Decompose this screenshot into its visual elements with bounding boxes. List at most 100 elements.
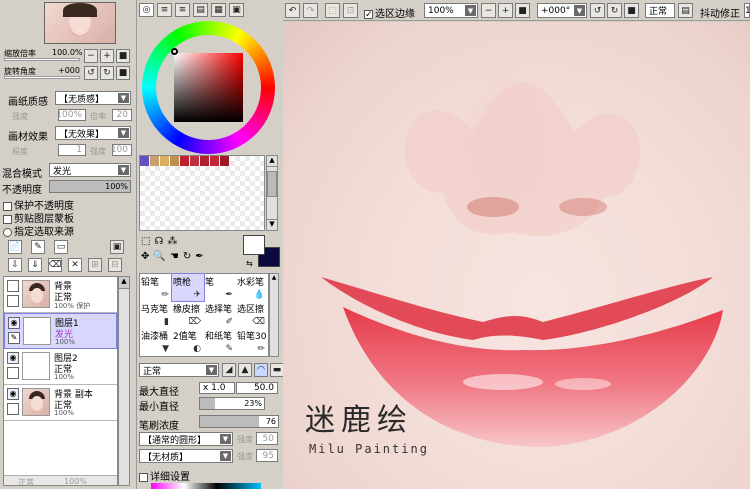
edge-hard-icon[interactable]: ◢	[222, 363, 236, 377]
palette-swatch[interactable]	[160, 156, 170, 166]
flip-icon[interactable]: ▤	[678, 3, 693, 18]
swatch-tab-icon[interactable]: ▦	[211, 3, 226, 17]
zoom-in-button[interactable]: +	[100, 49, 114, 63]
material-effect-select[interactable]: 【无效果】 ▼	[55, 126, 131, 140]
toolbar-rotate-right-button[interactable]: ↻	[607, 3, 622, 18]
toolbar-zoom-out-button[interactable]: −	[481, 3, 496, 18]
brush-mode-select[interactable]: 正常 ▼	[139, 363, 219, 377]
palette-swatch[interactable]	[170, 156, 180, 166]
lock-icon[interactable]	[7, 295, 19, 307]
rgb-slider-tab-icon[interactable]: ≡	[157, 3, 172, 17]
min-size-slider[interactable]: 23%	[199, 397, 265, 410]
unlock-icon[interactable]: ⊟	[108, 258, 122, 272]
brush-texture-select[interactable]: 【无材质】 ▼	[139, 449, 233, 463]
brush-shape-strength[interactable]: 50	[256, 432, 278, 445]
undo-icon[interactable]: ↶	[285, 3, 300, 18]
density-slider[interactable]: 76	[199, 415, 279, 428]
hsv-slider-tab-icon[interactable]: ≡	[175, 3, 190, 17]
view-mode-field[interactable]: 正常	[645, 3, 675, 18]
stabilizer-field[interactable]: 1	[744, 3, 750, 18]
palette-swatch[interactable]	[220, 156, 230, 166]
eyedropper-icon[interactable]: ✒	[195, 251, 203, 262]
brush-texture-strength[interactable]: 95	[256, 449, 278, 462]
brush-tool-8[interactable]: 油漆桶 ▼	[140, 328, 172, 355]
selection-source-radio[interactable]: 指定选取来源	[3, 223, 74, 238]
color-wheel-tab-icon[interactable]: ◎	[139, 3, 154, 17]
brush-tool-4[interactable]: 马克笔 ▮	[140, 301, 172, 328]
zoom-icon[interactable]: 🔍	[153, 251, 165, 262]
eye-icon[interactable]: ◉	[7, 388, 19, 400]
layer-row[interactable]: ◉ 背景 副本 正常 100%	[4, 385, 117, 421]
zoom-reset-button[interactable]: ■	[116, 49, 130, 63]
palette-swatch[interactable]	[200, 156, 210, 166]
brush-tool-7[interactable]: 选区擦 ⌫	[236, 301, 268, 328]
checkbox-box[interactable]	[139, 472, 148, 482]
brush-tool-11[interactable]: 铅笔30 ✏	[236, 328, 268, 355]
rect-select-icon[interactable]: ⬚	[141, 236, 150, 247]
scratchpad-tab-icon[interactable]: ▣	[229, 3, 244, 17]
toolbar-zoom-reset-button[interactable]: ■	[515, 3, 530, 18]
checkbox-box[interactable]	[364, 9, 373, 19]
toolbar-rotate-left-button[interactable]: ↺	[590, 3, 605, 18]
rotate-right-button[interactable]: ↻	[100, 66, 114, 80]
edge-flat-icon[interactable]: ▬	[270, 363, 284, 377]
brush-tool-5[interactable]: 橡皮擦 ⌦	[172, 301, 204, 328]
zoom-out-button[interactable]: −	[84, 49, 98, 63]
new-layer-icon[interactable]: 📄	[8, 240, 22, 254]
zoom-slider[interactable]	[4, 58, 80, 61]
scroll-up-icon[interactable]: ▲	[119, 277, 129, 289]
lock-icon[interactable]	[7, 367, 19, 379]
paper-strength-field[interactable]: 100%	[58, 109, 86, 121]
palette-swatch[interactable]	[180, 156, 190, 166]
color-picker-marker[interactable]	[171, 48, 178, 55]
lock-icon[interactable]: ⊞	[88, 258, 102, 272]
new-folder-icon[interactable]: ▭	[54, 240, 68, 254]
palette-swatch[interactable]	[140, 156, 150, 166]
detail-settings-checkbox[interactable]: 详细设置	[139, 468, 190, 483]
scroll-thumb[interactable]	[267, 171, 277, 197]
brush-tool-0[interactable]: 铅笔 ✏	[140, 274, 172, 301]
rotate-icon[interactable]: ↻	[183, 251, 191, 262]
clear-layer-icon[interactable]: ⌫	[48, 258, 62, 272]
brush-tool-3[interactable]: 水彩笔 💧	[236, 274, 268, 301]
angle-select[interactable]: +000° ▼	[537, 3, 587, 18]
delete-layer-icon[interactable]: ✕	[68, 258, 82, 272]
layer-row[interactable]: ◉ 图层2 正常 100%	[4, 349, 117, 385]
canvas[interactable]: 迷鹿绘 Milu Painting	[283, 22, 750, 489]
merge-down-icon[interactable]: ⇓	[28, 258, 42, 272]
palette-scrollbar[interactable]: ▲ ▼	[266, 155, 278, 231]
brush-tool-6[interactable]: 选择笔 ✐	[204, 301, 236, 328]
brush-scrollbar[interactable]: ▲	[269, 273, 279, 357]
lock-icon[interactable]: ✎	[8, 332, 20, 344]
swap-colors-icon[interactable]: ⇆	[246, 259, 253, 268]
eye-icon[interactable]: ◉	[8, 317, 20, 329]
brush-shape-select[interactable]: 【通常的圆形】 ▼	[139, 432, 233, 446]
layer-row[interactable]: 背景 正常 100% 保护	[4, 277, 117, 313]
layer-row[interactable]: ◉ ✎ 图层1 发光 100%	[4, 313, 117, 349]
toolbar-rotate-reset-button[interactable]: ■	[624, 3, 639, 18]
new-vector-layer-icon[interactable]: ✎	[31, 240, 45, 254]
redo-icon[interactable]: ↷	[303, 3, 318, 18]
scroll-down-icon[interactable]: ▼	[267, 219, 277, 230]
move-icon[interactable]: ✥	[141, 251, 149, 262]
foreground-color-swatch[interactable]	[243, 235, 265, 255]
brush-tool-10[interactable]: 和纸笔 ✎	[204, 328, 236, 355]
layer-scrollbar[interactable]: ▲	[118, 276, 130, 486]
paper-scale-field[interactable]: 20	[112, 109, 132, 121]
zoom-select[interactable]: 100% ▼	[424, 3, 478, 18]
rotate-reset-button[interactable]: ■	[116, 66, 130, 80]
lasso-icon[interactable]: ☊	[154, 236, 163, 247]
eye-icon[interactable]	[7, 280, 19, 292]
rotate-slider[interactable]	[4, 76, 80, 79]
brush-tool-2[interactable]: 笔 ✒	[204, 274, 236, 301]
layer-row-bottom[interactable]: 正常 100%	[4, 475, 117, 485]
paper-texture-select[interactable]: 【无质感】 ▼	[55, 91, 131, 105]
blend-mode-select[interactable]: 发光 ▼	[49, 163, 131, 177]
rotate-left-button[interactable]: ↺	[84, 66, 98, 80]
toolbar-zoom-in-button[interactable]: +	[498, 3, 513, 18]
radio-circle[interactable]	[3, 227, 12, 237]
edge-soft-icon[interactable]: ◠	[254, 363, 268, 377]
max-size-field[interactable]: 50.0	[236, 382, 278, 394]
navigator-thumbnail[interactable]	[44, 2, 116, 44]
palette-swatch[interactable]	[210, 156, 220, 166]
